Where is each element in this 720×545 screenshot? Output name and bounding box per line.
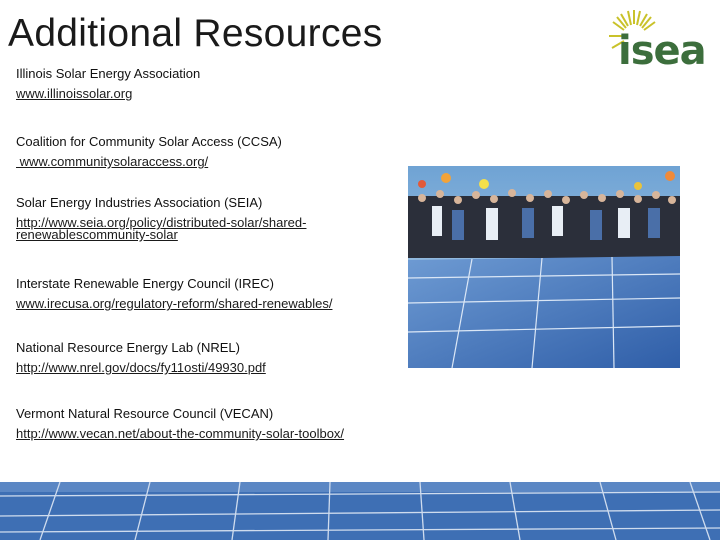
resource-link[interactable]: www.irecusa.org/regulatory-reform/shared… — [16, 297, 396, 310]
solar-panel-banner — [0, 481, 720, 541]
resource-link-continued[interactable]: renewablescommunity-solar — [16, 228, 396, 241]
resource-name: Solar Energy Industries Association (SEI… — [16, 195, 263, 210]
resource-item: Illinois Solar Energy Association www.il… — [16, 66, 396, 100]
resource-item: Coalition for Community Solar Access (CC… — [16, 134, 396, 168]
photo-illustration — [407, 166, 681, 369]
logo-wordmark: isea — [618, 28, 707, 74]
panel-banner-illustration — [0, 481, 720, 541]
slide-title: Additional Resources — [8, 12, 383, 55]
resource-name: Coalition for Community Solar Access (CC… — [16, 134, 282, 149]
resource-name: Vermont Natural Resource Council (VECAN) — [16, 406, 274, 421]
resource-item: Interstate Renewable Energy Council (IRE… — [16, 276, 396, 310]
resource-link[interactable]: http://www.nrel.gov/docs/fy11osti/49930.… — [16, 361, 396, 374]
resource-item: Vermont Natural Resource Council (VECAN)… — [16, 406, 396, 440]
resource-item: Solar Energy Industries Association (SEI… — [16, 195, 396, 241]
resource-item: National Resource Energy Lab (NREL) http… — [16, 340, 396, 374]
resource-name: Illinois Solar Energy Association — [16, 66, 201, 81]
solar-team-photo — [392, 148, 710, 380]
resource-name: Interstate Renewable Energy Council (IRE… — [16, 276, 274, 291]
resource-link[interactable]: www.communitysolaraccess.org/ — [16, 155, 396, 168]
resource-link[interactable]: http://www.vecan.net/about-the-community… — [16, 427, 396, 440]
resource-name: National Resource Energy Lab (NREL) — [16, 340, 240, 355]
resource-link[interactable]: www.illinoissolar.org — [16, 87, 396, 100]
